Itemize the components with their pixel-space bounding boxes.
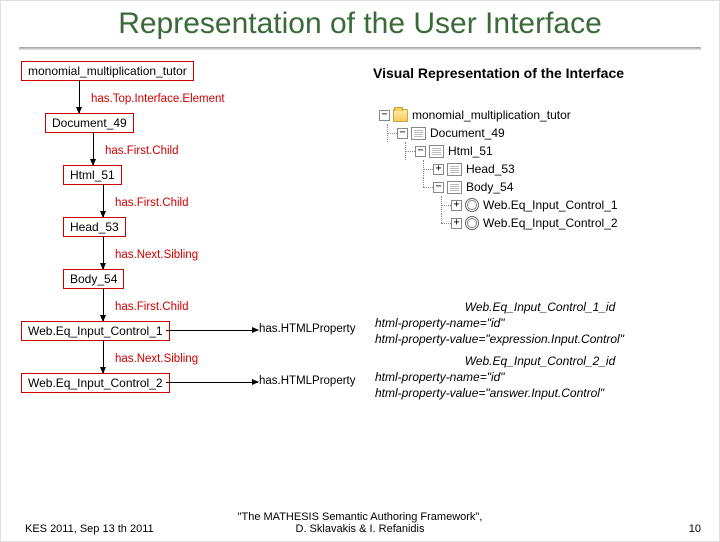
folder-open-icon	[393, 109, 408, 122]
tree-row-html[interactable]: − Html_51	[379, 142, 699, 160]
prop2-line2: html-property-name="id"	[375, 369, 705, 385]
arrow-h1	[166, 330, 258, 331]
tree-row-head[interactable]: + Head_53	[379, 160, 699, 178]
node-html: Html_51	[63, 165, 122, 185]
tree-label-control2: Web.Eq_Input_Control_2	[483, 216, 618, 230]
tree-label-control1: Web.Eq_Input_Control_1	[483, 198, 618, 212]
plus-icon[interactable]: +	[451, 200, 462, 211]
minus-icon[interactable]: −	[415, 146, 426, 157]
node-input-control-1: Web.Eq_Input_Control_1	[21, 321, 170, 341]
edge-has-top-interface-element: has.Top.Interface.Element	[91, 93, 225, 105]
minus-icon[interactable]: −	[433, 182, 444, 193]
tree-label-document: Document_49	[430, 126, 505, 140]
tree-row-body[interactable]: − Body_54	[379, 178, 699, 196]
node-body: Body_54	[63, 269, 124, 289]
property-box-2: Web.Eq_Input_Control_2_id html-property-…	[375, 353, 705, 402]
page-icon	[429, 145, 444, 158]
gear-icon	[465, 216, 479, 230]
node-input-control-2: Web.Eq_Input_Control_2	[21, 373, 170, 393]
property-box-1: Web.Eq_Input_Control_1_id html-property-…	[375, 299, 705, 348]
prop2-line3: html-property-value="answer.Input.Contro…	[375, 385, 705, 401]
tree-view: − monomial_multiplication_tutor − Docume…	[379, 106, 699, 232]
edge-has-html-property-2: has.HTMLProperty	[259, 375, 356, 387]
tree-label-html: Html_51	[448, 144, 493, 158]
footer-center-line1: "The MATHESIS Semantic Authoring Framewo…	[238, 511, 483, 523]
page-icon	[447, 163, 462, 176]
arrow-5	[103, 288, 104, 321]
footer-center: "The MATHESIS Semantic Authoring Framewo…	[1, 511, 719, 535]
section-heading: Visual Representation of the Interface	[373, 65, 624, 81]
arrow-3	[103, 184, 104, 217]
node-root: monomial_multiplication_tutor	[21, 61, 194, 81]
tree-row-control2[interactable]: + Web.Eq_Input_Control_2	[379, 214, 699, 232]
arrow-2	[93, 132, 94, 165]
tree-label-root: monomial_multiplication_tutor	[412, 108, 571, 122]
tree-label-body: Body_54	[466, 180, 513, 194]
title-underline	[19, 47, 701, 50]
gear-icon	[465, 198, 479, 212]
tree-row-document[interactable]: − Document_49	[379, 124, 699, 142]
prop2-title: Web.Eq_Input_Control_2_id	[375, 353, 705, 369]
prop1-line2: html-property-name="id"	[375, 315, 705, 331]
node-document: Document_49	[45, 113, 134, 133]
edge-has-next-sibling-1: has.Next.Sibling	[115, 249, 198, 261]
edge-has-html-property-1: has.HTMLProperty	[259, 323, 356, 335]
page-title: Representation of the User Interface	[1, 7, 719, 45]
plus-icon[interactable]: +	[451, 218, 462, 229]
arrow-6	[103, 340, 104, 373]
minus-icon[interactable]: −	[379, 110, 390, 121]
arrow-1	[79, 80, 80, 113]
plus-icon[interactable]: +	[433, 164, 444, 175]
arrow-4	[103, 236, 104, 269]
edge-has-first-child-2: has.First.Child	[115, 197, 189, 209]
tree-label-head: Head_53	[466, 162, 515, 176]
prop1-title: Web.Eq_Input_Control_1_id	[375, 299, 705, 315]
node-head: Head_53	[63, 217, 126, 237]
edge-has-first-child-1: has.First.Child	[105, 145, 179, 157]
prop1-line3: html-property-value="expression.Input.Co…	[375, 331, 705, 347]
tree-row-root[interactable]: − monomial_multiplication_tutor	[379, 106, 699, 124]
edge-has-next-sibling-2: has.Next.Sibling	[115, 353, 198, 365]
footer-center-line2: D. Sklavakis & I. Refanidis	[296, 523, 425, 535]
edge-has-first-child-3: has.First.Child	[115, 301, 189, 313]
slide-container: Representation of the User Interface Vis…	[0, 0, 720, 542]
page-icon	[411, 127, 426, 140]
tree-row-control1[interactable]: + Web.Eq_Input_Control_1	[379, 196, 699, 214]
page-icon	[447, 181, 462, 194]
arrow-h2	[166, 382, 258, 383]
minus-icon[interactable]: −	[397, 128, 408, 139]
footer-page-number: 10	[689, 523, 701, 535]
